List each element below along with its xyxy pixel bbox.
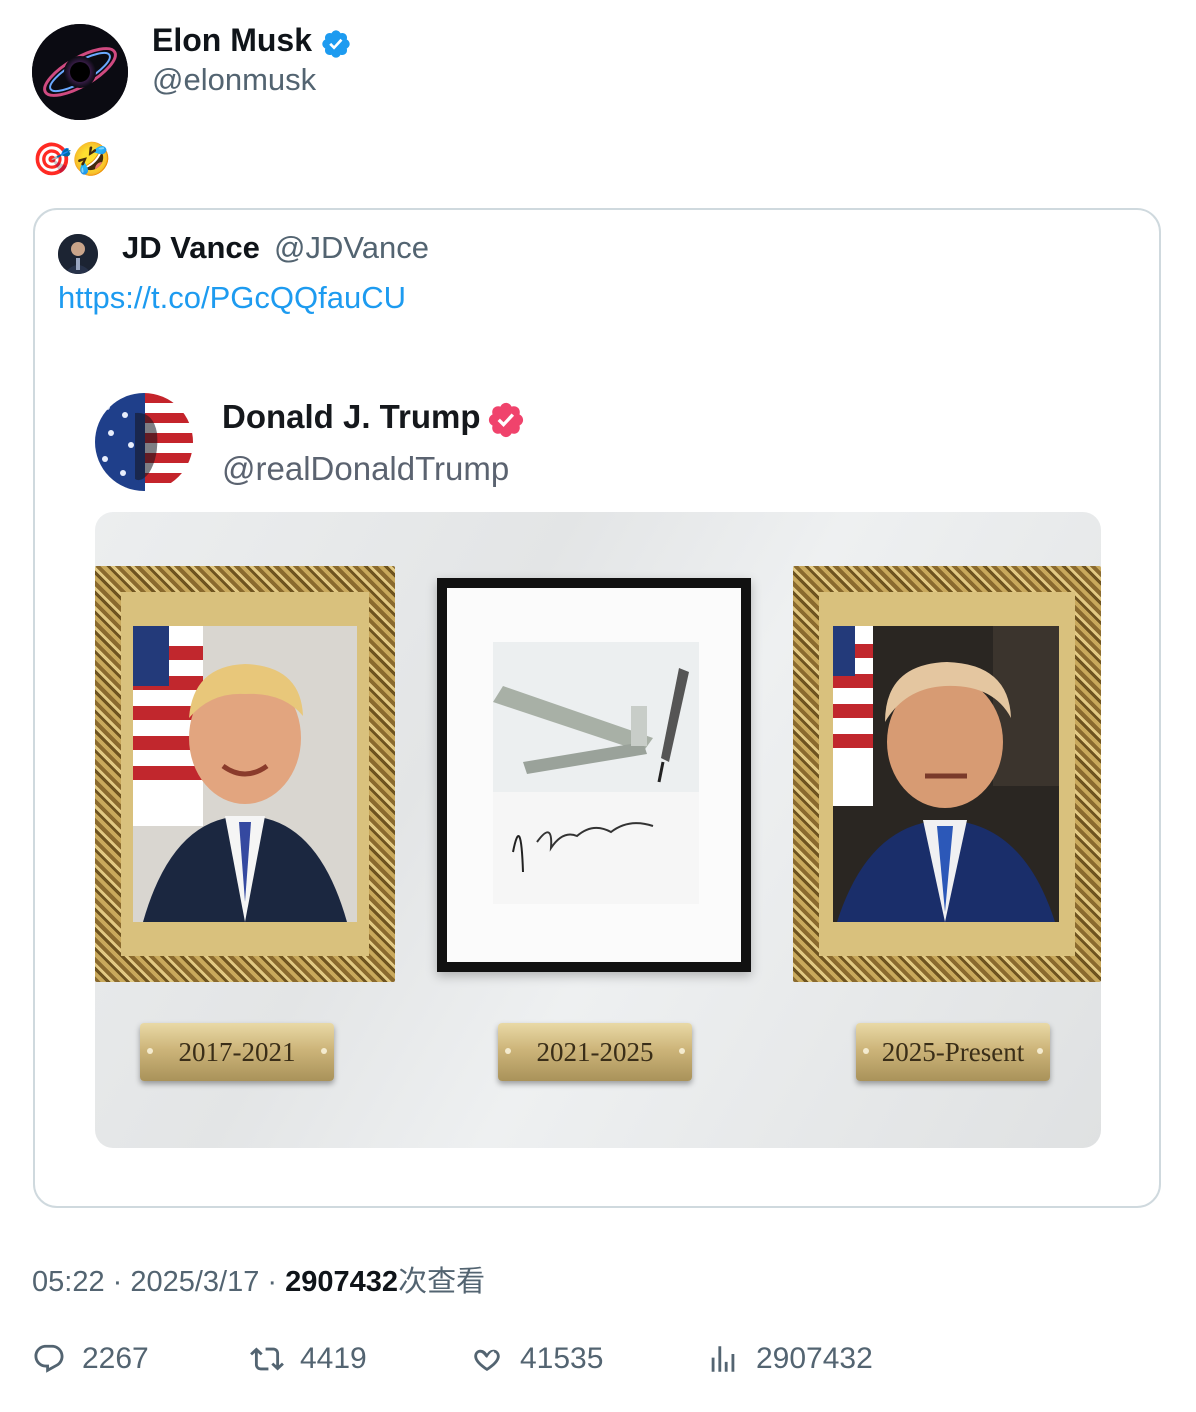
portrait-frame-left: [95, 566, 395, 982]
reply-icon: [34, 1344, 64, 1373]
verified-badge-icon: [322, 30, 350, 58]
quoted-handle[interactable]: @JDVance: [274, 230, 429, 266]
author-avatar[interactable]: [32, 24, 128, 120]
embedded-handle: @realDonaldTrump: [222, 450, 510, 487]
reply-count: 2267: [82, 1342, 149, 1375]
plaque-2025-present: 2025-Present: [856, 1023, 1050, 1081]
repost-count: 4419: [300, 1342, 367, 1375]
portrait-wall-image[interactable]: 2017-2021 2021-2025 2025-Present: [95, 512, 1101, 1148]
plaque-2017-2021: 2017-2021: [140, 1023, 334, 1081]
views-icon: [711, 1346, 735, 1372]
plaque-2021-2025: 2021-2025: [498, 1023, 692, 1081]
portrait-frame-right: [793, 566, 1101, 982]
like-count: 41535: [520, 1342, 604, 1375]
tweet-time[interactable]: 05:22: [32, 1266, 105, 1298]
reply-button[interactable]: 2267: [32, 1342, 149, 1376]
view-label: 次查看: [398, 1266, 486, 1298]
embedded-name: Donald J. Trump: [222, 398, 481, 435]
embedded-avatar: [95, 393, 193, 491]
views-count: 2907432: [756, 1342, 873, 1375]
like-icon: [474, 1349, 500, 1372]
portrait-photo-left: [133, 626, 357, 922]
portrait-frame-center: [437, 578, 751, 972]
author-name[interactable]: Elon Musk: [152, 22, 312, 59]
view-count: 2907432: [285, 1266, 399, 1298]
tweet-date[interactable]: 2025/3/17: [130, 1266, 259, 1298]
views-button[interactable]: 2907432: [706, 1342, 873, 1376]
author-handle[interactable]: @elonmusk: [152, 62, 316, 98]
autopen-photo: [493, 642, 699, 904]
quoted-link[interactable]: https://t.co/PGcQQfauCU: [58, 280, 406, 316]
tweet-meta: 05:22 · 2025/3/17 · 2907432次查看: [32, 1266, 486, 1298]
repost-button[interactable]: 4419: [250, 1342, 367, 1376]
like-button[interactable]: 41535: [470, 1342, 603, 1376]
portrait-photo-right: [833, 626, 1059, 922]
quoted-name[interactable]: JD Vance: [122, 230, 260, 266]
quoted-avatar[interactable]: [58, 234, 98, 274]
tweet-text: 🎯🤣: [32, 141, 112, 177]
repost-icon: [250, 1347, 284, 1371]
verified-badge-icon: [488, 402, 524, 438]
